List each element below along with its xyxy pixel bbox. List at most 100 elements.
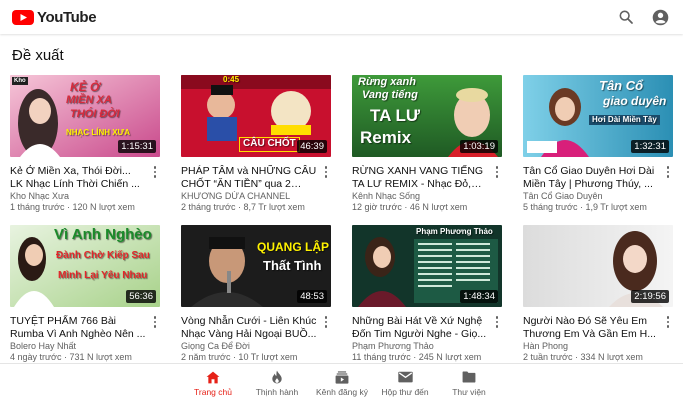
video-stats: 4 ngày trước · 731 N lượt xem	[10, 352, 132, 362]
video-title[interactable]: RỪNG XANH VANG TIẾNG TA LƯ REMIX - Nhạc …	[352, 165, 488, 191]
channel-name[interactable]: Phạm Phương Thảo	[352, 341, 488, 352]
nav-label: Trang chủ	[194, 387, 232, 397]
thumbnail-text: Đành Chờ Kiếp Sau	[56, 250, 150, 261]
video-thumbnail[interactable]: 2:19:56	[523, 225, 673, 307]
video-stats: 1 tháng trước · 120 N lượt xem	[10, 202, 135, 212]
thumbnail-text: Mình Lại Yêu Nhau	[58, 270, 148, 281]
channel-name[interactable]: Kho Nhạc Xưa	[10, 191, 146, 202]
thumbnail-text: Tân Cổ	[599, 78, 644, 93]
video-card[interactable]: Kho KẺ Ở MIỀN XA THÓI ĐỜI NHẠC LÍNH XƯA …	[10, 75, 160, 212]
nav-home[interactable]: Trang chủ	[178, 370, 248, 397]
channel-name[interactable]: KHƯƠNG DỪA CHANNEL	[181, 191, 317, 202]
video-duration: 1:15:31	[118, 140, 156, 153]
video-thumbnail[interactable]: Phạm Phương Thảo 1:48:34	[352, 225, 502, 307]
video-title[interactable]: TUYỆT PHẨM 766 Bài Rumba Vì Anh Nghèo Nê…	[10, 315, 146, 341]
video-title[interactable]: Người Nào Đó Sẽ Yêu Em Thương Em Và Gần …	[523, 315, 659, 341]
video-card[interactable]: Vì Anh Nghèo Đành Chờ Kiếp Sau Mình Lại …	[10, 225, 160, 362]
search-icon[interactable]	[617, 8, 635, 26]
thumbnail-text: CÂU CHỐT	[239, 137, 300, 152]
video-grid: Kho KẺ Ở MIỀN XA THÓI ĐỜI NHẠC LÍNH XƯA …	[10, 75, 673, 362]
channel-name[interactable]: Hàn Phong	[523, 341, 659, 352]
nav-subscriptions[interactable]: Kênh đăng ký	[307, 370, 377, 397]
more-vert-icon[interactable]	[492, 165, 502, 179]
video-thumbnail[interactable]: Vì Anh Nghèo Đành Chờ Kiếp Sau Mình Lại …	[10, 225, 160, 307]
youtube-play-icon	[12, 9, 34, 25]
logo-text: YouTube	[37, 8, 97, 26]
video-title[interactable]: Kẻ Ở Miền Xa, Thói Đời... LK Nhạc Lính T…	[10, 165, 146, 191]
trending-icon	[269, 370, 285, 384]
subscriptions-icon	[334, 370, 350, 384]
video-duration: 2:19:56	[631, 290, 669, 303]
video-duration: 1:48:34	[460, 290, 498, 303]
nav-label: Hộp thư đến	[381, 387, 429, 397]
thumbnail-text: THÓI ĐỜI	[70, 108, 120, 120]
channel-watermark: Kho	[12, 77, 28, 86]
youtube-logo[interactable]: YouTube	[12, 8, 97, 26]
thumbnail-text: Phạm Phương Thảo	[416, 227, 493, 236]
channel-name[interactable]: Tân Cổ Giao Duyên	[523, 191, 659, 202]
channel-name[interactable]: Bolero Hay Nhất	[10, 341, 146, 352]
video-duration: 1:03:19	[460, 140, 498, 153]
nav-library[interactable]: Thư viện	[434, 370, 504, 397]
nav-trending[interactable]: Thịnh hành	[242, 370, 312, 397]
inbox-icon	[397, 370, 413, 384]
thumbnail-text: Vì Anh Nghèo	[54, 226, 152, 243]
thumbnail-text: Vang tiếng	[362, 89, 418, 101]
video-duration: 1:32:31	[631, 140, 669, 153]
nav-label: Thư viện	[452, 387, 486, 397]
video-duration: 46:39	[297, 140, 327, 153]
top-app-bar: YouTube	[0, 0, 683, 34]
video-title[interactable]: Những Bài Hát Về Xứ Nghệ Đốn Tim Người N…	[352, 315, 488, 341]
more-vert-icon[interactable]	[321, 165, 331, 179]
more-vert-icon[interactable]	[663, 165, 673, 179]
video-stats: 2 tháng trước · 8,7 Tr lượt xem	[181, 202, 305, 212]
video-thumbnail[interactable]: QUANG LẬP Thất Tình 48:53	[181, 225, 331, 307]
video-thumbnail[interactable]: Kho KẺ Ở MIỀN XA THÓI ĐỜI NHẠC LÍNH XƯA …	[10, 75, 160, 157]
thumbnail-text: MIỀN XA	[66, 94, 112, 106]
video-card[interactable]: QUANG LẬP Thất Tình 48:53 Vòng Nhẫn Cưới…	[181, 225, 331, 362]
video-card[interactable]: Rừng xanh Vang tiếng TA LƯ Remix 1:03:19…	[352, 75, 502, 212]
thumbnail-text: NHẠC LÍNH XƯA	[66, 128, 130, 137]
video-card[interactable]: Tân Cổ giao duyên Hơi Dài Miền Tây 1:32:…	[523, 75, 673, 212]
nav-inbox[interactable]: Hộp thư đến	[370, 370, 440, 397]
thumbnail-text: Hơi Dài Miền Tây	[589, 115, 660, 126]
more-vert-icon[interactable]	[150, 165, 160, 179]
more-vert-icon[interactable]	[150, 315, 160, 329]
thumbnail-text: 0:45	[223, 75, 240, 84]
video-card[interactable]: 0:45 CÂU CHỐT 46:39 PHÁP TÂM và NHỮNG CÂ…	[181, 75, 331, 212]
video-title[interactable]: Vòng Nhẫn Cưới - Liên Khúc Nhạc Vàng Hải…	[181, 315, 317, 341]
thumbnail-text: Remix	[360, 128, 412, 147]
nav-label: Kênh đăng ký	[316, 387, 368, 397]
thumbnail-text: Rừng xanh	[358, 76, 416, 88]
thumbnail-text: Thất Tình	[263, 258, 322, 273]
video-stats: 5 tháng trước · 1,9 Tr lượt xem	[523, 202, 647, 212]
video-thumbnail[interactable]: 0:45 CÂU CHỐT 46:39	[181, 75, 331, 157]
section-title: Đề xuất	[12, 47, 64, 64]
video-card[interactable]: Phạm Phương Thảo 1:48:34 Những Bài Hát V…	[352, 225, 502, 362]
more-vert-icon[interactable]	[663, 315, 673, 329]
more-vert-icon[interactable]	[492, 315, 502, 329]
thumbnail-text: TA LƯ	[370, 106, 420, 125]
video-stats: 2 tuần trước · 334 N lượt xem	[523, 352, 643, 362]
thumbnail-text: KẺ Ở	[70, 80, 101, 94]
channel-name[interactable]: Giọng Ca Để Đời	[181, 341, 317, 352]
video-card[interactable]: 2:19:56 Người Nào Đó Sẽ Yêu Em Thương Em…	[523, 225, 673, 362]
more-vert-icon[interactable]	[321, 315, 331, 329]
video-duration: 48:53	[297, 290, 327, 303]
thumbnail-text: giao duyên	[603, 94, 667, 108]
account-icon[interactable]	[651, 8, 669, 26]
video-stats: 2 năm trước · 10 Tr lượt xem	[181, 352, 298, 362]
video-duration: 56:36	[126, 290, 156, 303]
home-icon	[205, 370, 221, 384]
video-title[interactable]: Tân Cổ Giao Duyên Hơi Dài Miền Tây | Phư…	[523, 165, 659, 191]
video-thumbnail[interactable]: Rừng xanh Vang tiếng TA LƯ Remix 1:03:19	[352, 75, 502, 157]
thumbnail-text: QUANG LẬP	[257, 240, 329, 254]
channel-name[interactable]: Kênh Nhạc Sống	[352, 191, 488, 202]
video-stats: 11 tháng trước · 245 N lượt xem	[352, 352, 482, 362]
video-title[interactable]: PHÁP TÂM và NHỮNG CÂU CHỐT “ĂN TIỀN” qua…	[181, 165, 317, 191]
bottom-navigation: Trang chủ Thịnh hành Kênh đăng ký Hộp th…	[0, 363, 683, 400]
video-thumbnail[interactable]: Tân Cổ giao duyên Hơi Dài Miền Tây 1:32:…	[523, 75, 673, 157]
library-icon	[461, 370, 477, 384]
video-stats: 12 giờ trước · 46 N lượt xem	[352, 202, 468, 212]
nav-label: Thịnh hành	[255, 387, 299, 397]
